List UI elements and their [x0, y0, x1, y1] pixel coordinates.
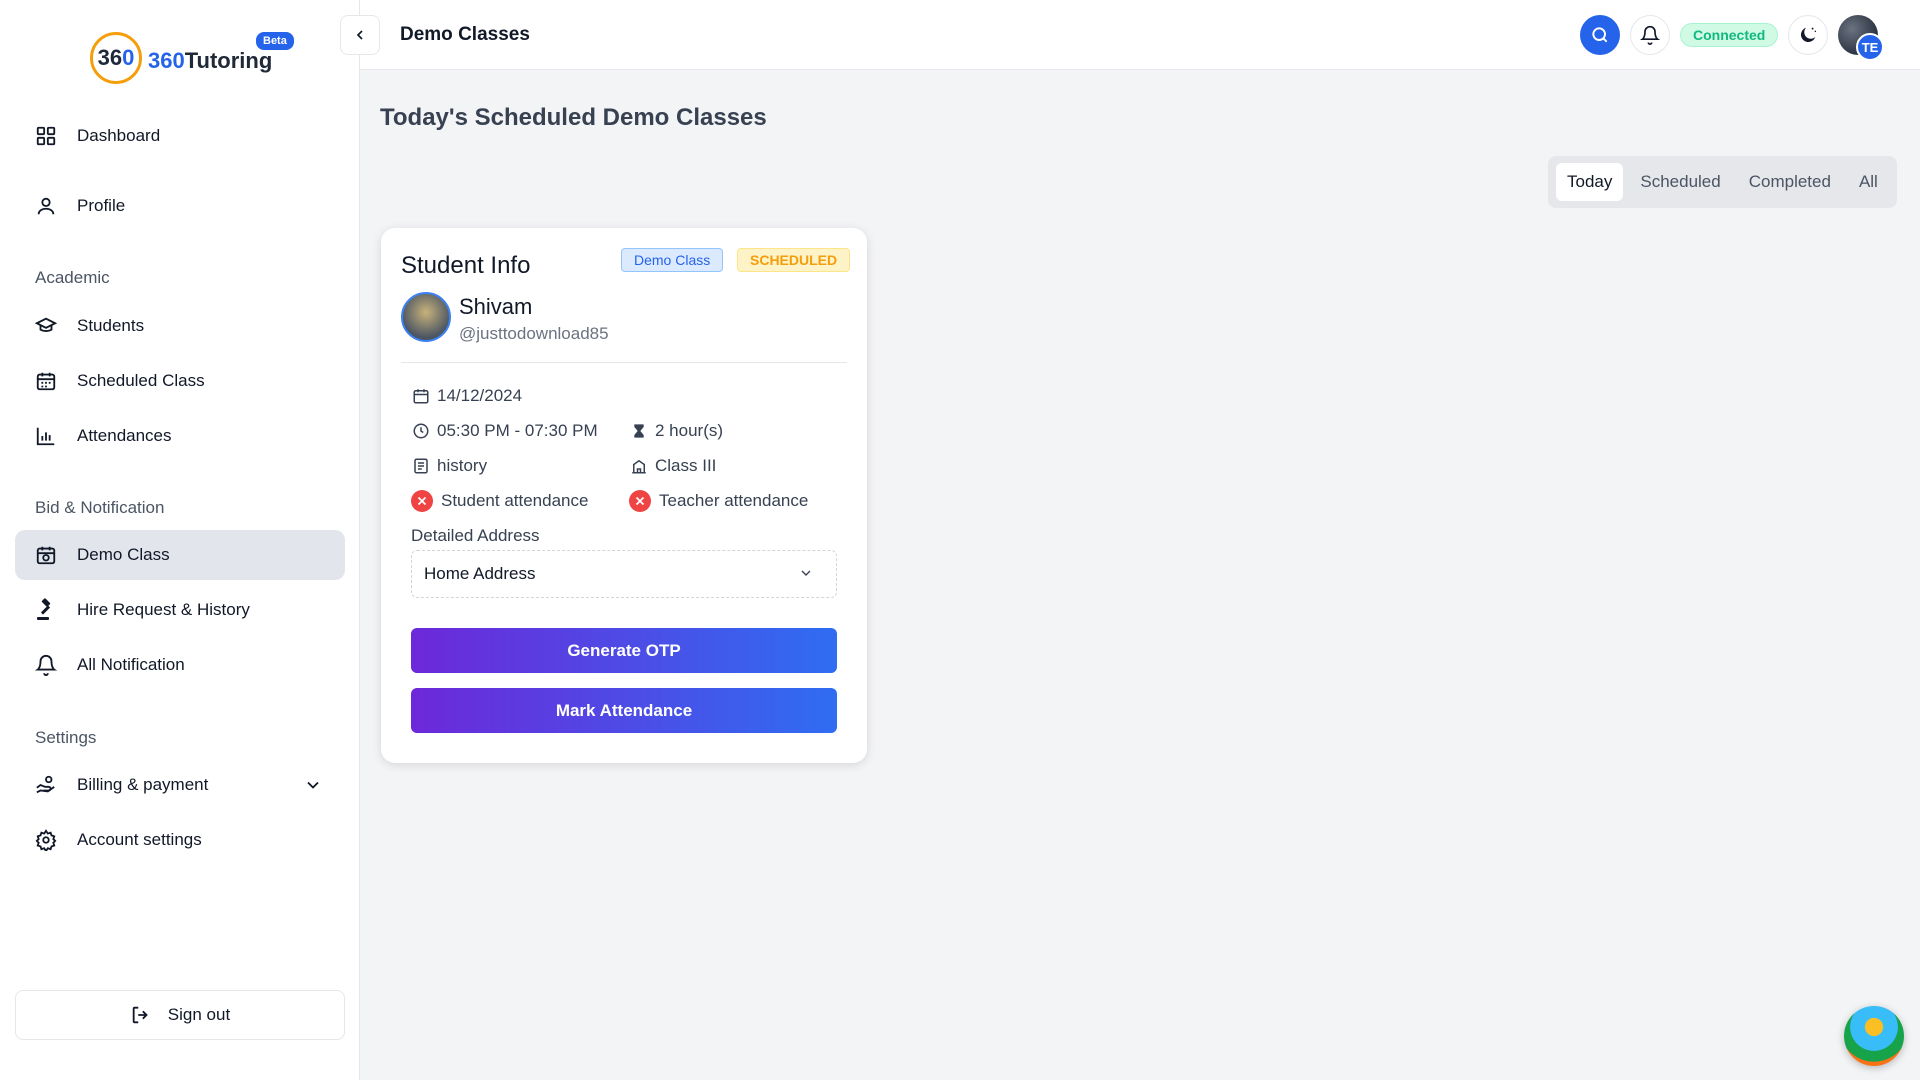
class-duration: 2 hour(s) [629, 421, 723, 441]
user-icon [33, 193, 59, 219]
chevron-down-icon[interactable] [303, 775, 323, 795]
sidebar-item-scheduled-class[interactable]: Scheduled Class [15, 356, 345, 406]
tab-scheduled[interactable]: Scheduled [1629, 163, 1731, 201]
card-title: Student Info [401, 252, 531, 279]
calendar-icon [33, 368, 59, 394]
sign-out-icon [130, 1004, 152, 1026]
sidebar-item-account-settings[interactable]: Account settings [15, 815, 345, 865]
sidebar-item-label: Profile [77, 196, 126, 215]
class-date: 14/12/2024 [411, 386, 522, 406]
sidebar-item-billing[interactable]: Billing & payment [15, 760, 345, 810]
student-attendance-label: Student attendance [441, 491, 589, 510]
gavel-icon [33, 597, 59, 623]
chevron-left-icon [356, 30, 363, 40]
sidebar-item-label: Attendances [77, 426, 172, 445]
logo-mark-icon: 36 0 [90, 32, 142, 84]
x-circle-icon [411, 490, 433, 512]
floating-assistant-button[interactable] [1844, 1006, 1904, 1066]
connection-status-badge: Connected [1680, 23, 1779, 47]
sidebar-item-label: Hire Request & History [77, 600, 250, 619]
sidebar-item-label: Account settings [77, 830, 202, 849]
gear-icon [33, 827, 59, 853]
tab-all[interactable]: All [1848, 163, 1889, 201]
teacher-attendance-label: Teacher attendance [659, 491, 809, 510]
sign-out-button[interactable]: Sign out [15, 990, 345, 1040]
status-badge: SCHEDULED [737, 248, 851, 272]
book-icon [411, 456, 431, 476]
sidebar-item-attendances[interactable]: Attendances [15, 411, 345, 461]
topbar: Demo Classes Connected TE [340, 0, 1920, 70]
sidebar: 36 0 360Tutoring Beta Dashboard Profile A… [0, 0, 360, 1080]
bell-icon [33, 652, 59, 678]
address-select-value: Home Address [424, 564, 536, 583]
brand-logo[interactable]: 36 0 360Tutoring Beta [90, 32, 294, 84]
sidebar-item-hire-request[interactable]: Hire Request & History [15, 585, 345, 635]
theme-toggle-button[interactable] [1788, 15, 1828, 55]
school-icon [629, 456, 649, 476]
clock-icon [411, 421, 431, 441]
sidebar-item-profile[interactable]: Profile [15, 181, 345, 231]
sign-out-label: Sign out [167, 1005, 231, 1024]
class-subject: history [411, 456, 487, 476]
class-grade-value: Class III [655, 456, 717, 475]
demo-class-card: Student Info Demo Class SCHEDULED Shivam… [381, 228, 867, 763]
tab-today[interactable]: Today [1556, 163, 1624, 201]
sidebar-item-label: Demo Class [77, 545, 170, 564]
section-settings: Settings [35, 728, 97, 747]
calendar-icon [411, 386, 431, 406]
calendar-badge-icon [33, 542, 59, 568]
divider [401, 362, 847, 363]
section-academic: Academic [35, 268, 110, 287]
class-subject-value: history [437, 456, 488, 475]
hand-coin-icon [33, 772, 59, 798]
filter-tabs: Today Scheduled Completed All [1548, 156, 1897, 208]
sidebar-item-label: Students [77, 316, 145, 335]
bar-chart-icon [33, 423, 59, 449]
sidebar-item-all-notification[interactable]: All Notification [15, 640, 345, 690]
chevron-down-icon [798, 565, 814, 586]
collapse-sidebar-button[interactable] [340, 15, 380, 55]
student-name: Shivam [459, 294, 533, 319]
student-attendance-status: Student attendance [411, 490, 588, 512]
class-time: 05:30 PM - 07:30 PM [411, 421, 598, 441]
address-label: Detailed Address [411, 526, 540, 545]
class-type-badge: Demo Class [621, 248, 724, 272]
beta-badge: Beta [256, 32, 294, 50]
main-heading: Today's Scheduled Demo Classes [380, 104, 767, 131]
moon-icon [1800, 27, 1817, 43]
sidebar-item-label: All Notification [77, 655, 185, 674]
sidebar-item-label: Scheduled Class [77, 371, 205, 390]
graduation-cap-icon [33, 313, 59, 339]
section-bid-notification: Bid & Notification [35, 498, 165, 517]
teacher-attendance-status: Teacher attendance [629, 490, 808, 512]
sidebar-item-label: Dashboard [77, 126, 161, 145]
brand-name: 360Tutoring [148, 48, 273, 73]
sidebar-item-students[interactable]: Students [15, 301, 345, 351]
sidebar-item-dashboard[interactable]: Dashboard [15, 111, 345, 161]
grid-icon [33, 123, 59, 149]
search-icon [1592, 27, 1608, 43]
mark-attendance-button[interactable]: Mark Attendance [411, 688, 837, 733]
address-select[interactable]: Home Address [411, 550, 837, 598]
page-title: Demo Classes [400, 24, 530, 45]
class-date-value: 14/12/2024 [437, 386, 523, 405]
class-grade: Class III [629, 456, 716, 476]
student-avatar [401, 292, 451, 342]
bell-icon [1640, 25, 1660, 45]
class-duration-value: 2 hour(s) [655, 421, 724, 440]
sidebar-item-demo-class[interactable]: Demo Class [15, 530, 345, 580]
search-button[interactable] [1580, 15, 1620, 55]
sidebar-item-label: Billing & payment [77, 775, 209, 794]
x-circle-icon [629, 490, 651, 512]
class-time-value: 05:30 PM - 07:30 PM [437, 421, 598, 440]
avatar-initials: TE [1856, 33, 1884, 61]
generate-otp-button[interactable]: Generate OTP [411, 628, 837, 673]
student-handle: @justtodownload85 [459, 324, 609, 343]
tab-completed[interactable]: Completed [1738, 163, 1842, 201]
notifications-button[interactable] [1630, 15, 1670, 55]
hourglass-icon [629, 421, 649, 441]
